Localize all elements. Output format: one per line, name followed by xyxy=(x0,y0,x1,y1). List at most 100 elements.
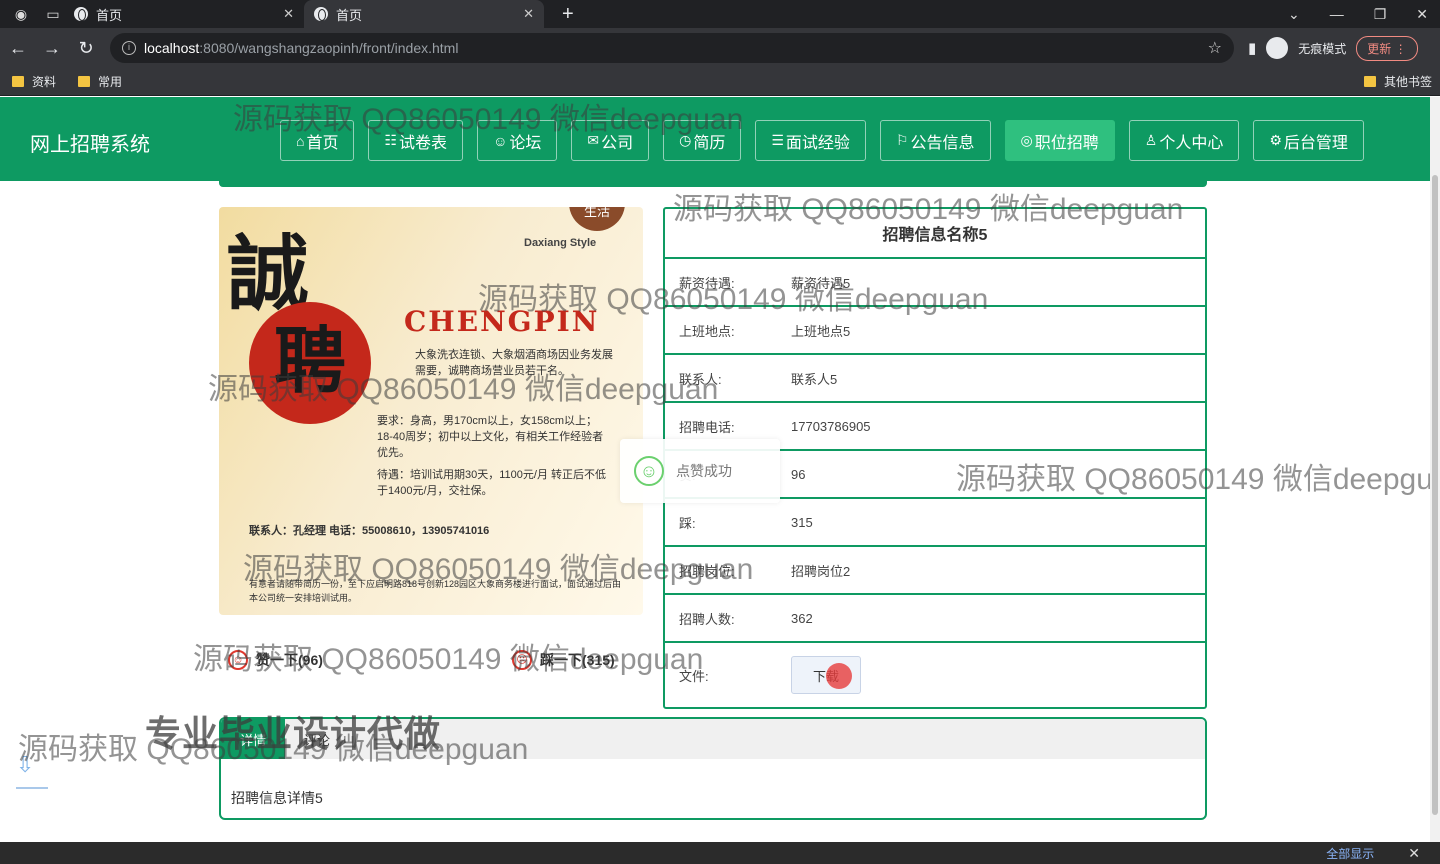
page-scrollbar[interactable] xyxy=(1430,97,1440,842)
poster-contact: 联系人：孔经理 电话：55008610，13905741016 xyxy=(249,525,490,537)
nav-label: 论坛 xyxy=(509,134,542,152)
bookmark-folder-2[interactable]: 常用 xyxy=(78,73,122,90)
close-tab-icon[interactable]: ✕ xyxy=(523,6,534,22)
site-info-icon[interactable]: i xyxy=(122,41,136,55)
nav-resume[interactable]: ◷ 简历 xyxy=(663,120,742,161)
update-button[interactable]: 更新 ⋮ xyxy=(1356,35,1418,61)
poster-footer: 有意者请随带简历一份，至下应启明路818号创新128园区大象商务楼进行面试，面试… xyxy=(249,579,622,603)
browser-menu-icon[interactable]: ◉ xyxy=(10,3,32,25)
poster-pay: 待遇：培训试用期30天，1100元/月 转正后不低于1400元/月，交社保。 xyxy=(377,469,607,497)
close-tab-icon[interactable]: ✕ xyxy=(283,6,294,22)
nav-label: 公告信息 xyxy=(910,134,975,152)
web-page: 网上招聘系统 ⌂ 首页 ☷ 试卷表 ☺ 论坛 ✉ 公司 ◷ 简历 ☰ 面试经验 ⚐ 公告信息 … xyxy=(0,97,1440,842)
row-label: 踩: xyxy=(679,515,696,531)
close-window-button[interactable]: ✕ xyxy=(1416,6,1428,23)
nav-interview[interactable]: ☰ 面试经验 xyxy=(755,120,866,161)
incognito-icon xyxy=(1266,37,1289,59)
row-value: 招聘岗位2 xyxy=(791,563,851,579)
nav-label: 试卷表 xyxy=(399,134,448,152)
nav-exam[interactable]: ☷ 试卷表 xyxy=(368,120,464,161)
address-bar-row: ← → ↻ i localhost:8080/wangshangzaopinh/… xyxy=(0,28,1440,68)
row-label: 薪资待遇: xyxy=(679,275,735,291)
bookmarks-bar: 资料 常用 其他书签 xyxy=(0,68,1440,96)
minimize-button[interactable]: — xyxy=(1330,6,1344,23)
reload-button[interactable]: ↻ xyxy=(70,38,102,59)
detail-row: 薪资待遇: 薪资待遇5 xyxy=(665,259,1205,307)
tab-overview-icon[interactable]: ▭ xyxy=(42,3,64,25)
tab-title: 首页 xyxy=(96,7,123,23)
nav-forum[interactable]: ☺ 论坛 xyxy=(477,120,558,161)
browser-tab-1[interactable]: 首页 ✕ xyxy=(64,0,304,28)
toast-text: 点赞成功 xyxy=(676,463,732,479)
nav-notice[interactable]: ⚐ 公告信息 xyxy=(879,120,991,161)
poster-requirements: 要求：身高，男170cm以上，女158cm以上；18-40周岁；初中以上文化，有… xyxy=(377,415,604,459)
side-underline xyxy=(16,787,48,789)
poster-live-badge: 生活 xyxy=(569,207,625,231)
row-label: 联系人: xyxy=(679,371,722,387)
nav-admin[interactable]: ⚙ 后台管理 xyxy=(1253,120,1364,161)
flag-icon: ⚐ xyxy=(895,132,909,148)
bookmark-star-icon[interactable]: ☆ xyxy=(1208,38,1222,58)
row-value: 薪资待遇5 xyxy=(791,275,851,291)
side-panel-icon[interactable]: ▮ xyxy=(1248,39,1256,57)
detail-row: 上班地点: 上班地点5 xyxy=(665,307,1205,355)
row-value: 联系人5 xyxy=(791,371,838,387)
job-title: 招聘信息名称5 xyxy=(665,209,1205,259)
download-button[interactable]: 下载 xyxy=(791,656,861,694)
info-content: 招聘信息详情5 xyxy=(231,790,323,806)
tab-search-icon[interactable]: ⌄ xyxy=(1288,6,1300,23)
url-host: localhost xyxy=(144,40,200,56)
poster-brand: Daxiang Style xyxy=(524,237,597,249)
incognito-label: 无痕模式 xyxy=(1298,41,1347,56)
poster-headline: CHENGPIN xyxy=(404,305,600,338)
forward-button[interactable]: → xyxy=(36,38,68,59)
tab-title: 首页 xyxy=(336,7,363,23)
maximize-button[interactable]: ❐ xyxy=(1374,6,1387,23)
nav-label: 首页 xyxy=(306,134,339,152)
url-input[interactable]: i localhost:8080/wangshangzaopinh/front/… xyxy=(110,33,1234,63)
thumbs-down-icon: ☹ xyxy=(512,650,532,670)
nav-label: 面试经验 xyxy=(785,134,850,152)
row-label: 招聘电话: xyxy=(679,419,735,435)
show-all-downloads[interactable]: 全部显示 xyxy=(1326,845,1374,862)
like-button[interactable]: ☺ 赞一下(96) xyxy=(228,650,323,670)
nav-profile[interactable]: ♙ 个人中心 xyxy=(1128,120,1240,161)
row-value: 362 xyxy=(791,610,813,626)
row-value: 上班地点5 xyxy=(791,323,851,339)
scrollbar-thumb[interactable] xyxy=(1432,175,1438,815)
detail-row: 招聘岗位: 招聘岗位2 xyxy=(665,547,1205,595)
detail-row: 联系人: 联系人5 xyxy=(665,355,1205,403)
folder-icon xyxy=(12,76,24,87)
main-nav: ⌂ 首页 ☷ 试卷表 ☺ 论坛 ✉ 公司 ◷ 简历 ☰ 面试经验 ⚐ 公告信息 ◎ 职位招聘 ♙… xyxy=(280,120,1364,161)
globe-icon xyxy=(74,7,88,21)
nav-label: 后台管理 xyxy=(1283,134,1348,152)
download-arrow-icon[interactable]: ⇩ xyxy=(16,752,34,778)
folder-icon xyxy=(78,76,91,87)
site-title: 网上招聘系统 xyxy=(30,134,150,156)
row-label: 上班地点: xyxy=(679,323,735,339)
user-icon: ♙ xyxy=(1144,132,1158,148)
click-indicator xyxy=(826,663,852,689)
success-toast: ☺ 点赞成功 xyxy=(620,439,780,503)
row-value: 17703786905 xyxy=(791,418,871,434)
back-button[interactable]: ← xyxy=(2,38,34,59)
browser-tab-2[interactable]: 首页 ✕ xyxy=(304,0,544,28)
promo-banner-text: 专业毕业设计代做 xyxy=(145,713,442,754)
new-tab-button[interactable]: + xyxy=(562,3,574,26)
nav-company[interactable]: ✉ 公司 xyxy=(571,120,650,161)
detail-row: 踩: 315 xyxy=(665,499,1205,547)
thumbs-up-icon: ☺ xyxy=(228,650,248,670)
close-shelf-icon[interactable]: ✕ xyxy=(1408,845,1420,862)
row-label: 文件: xyxy=(679,668,709,684)
bookmark-folder-1[interactable]: 资料 xyxy=(12,73,56,90)
nav-jobs[interactable]: ◎ 职位招聘 xyxy=(1004,120,1115,161)
other-bookmarks[interactable]: 其他书签 xyxy=(1363,73,1432,90)
nav-home[interactable]: ⌂ 首页 xyxy=(280,120,355,161)
dislike-button[interactable]: ☹ 踩一下(315) xyxy=(512,650,615,670)
mail-icon: ✉ xyxy=(587,132,600,148)
download-shelf: 全部显示 ✕ xyxy=(0,842,1440,864)
bookmark-label: 资料 xyxy=(32,75,57,89)
nav-label: 公司 xyxy=(601,134,634,152)
row-value: 96 xyxy=(791,466,806,482)
globe-icon xyxy=(314,7,328,21)
